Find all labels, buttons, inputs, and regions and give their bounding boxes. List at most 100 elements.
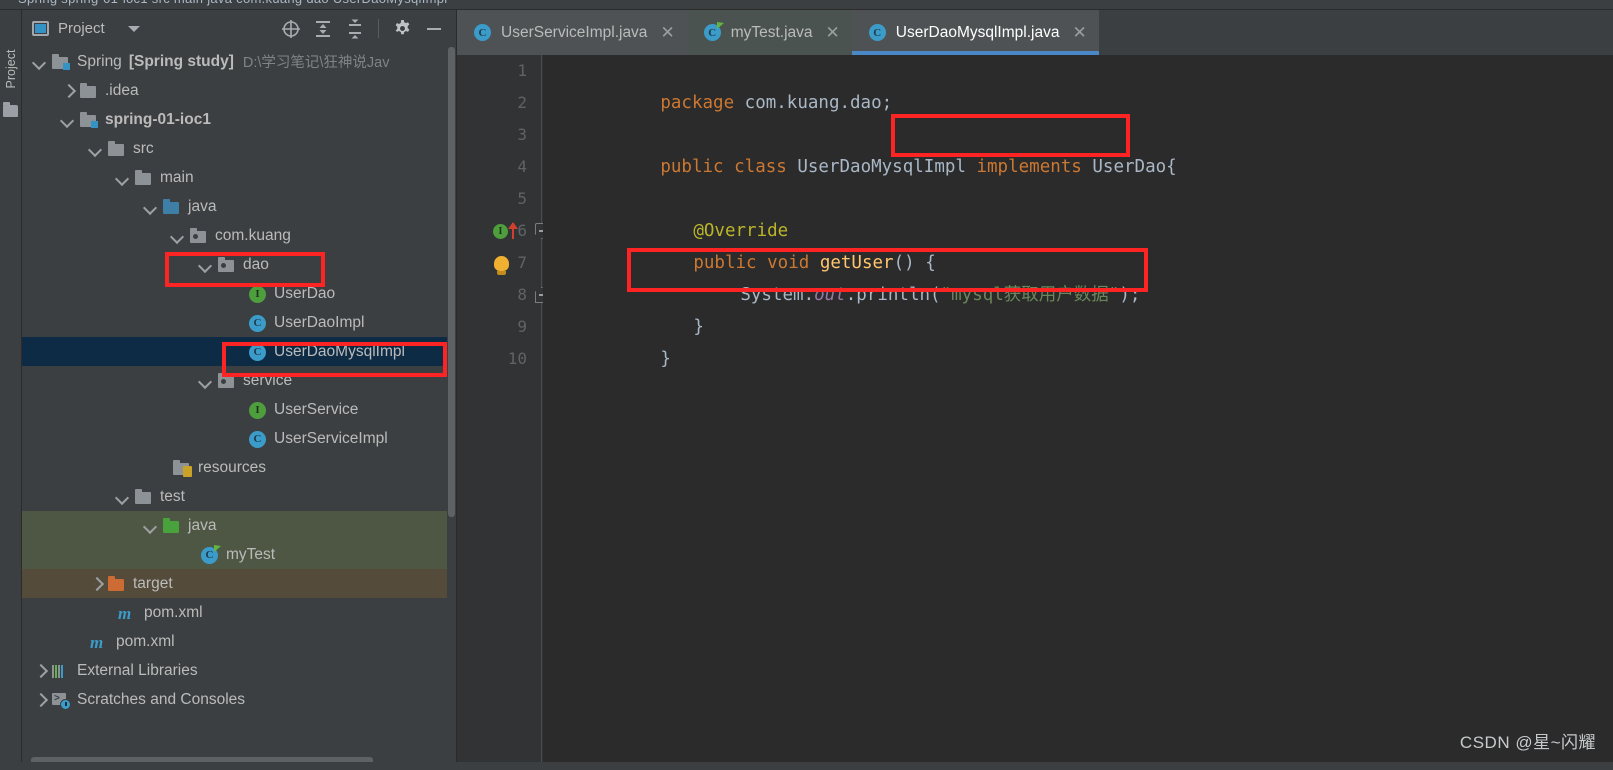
tree-row-spring[interactable]: Spring [Spring study] D:\学习笔记\狂神说Jav <box>22 47 447 76</box>
minimize-icon[interactable] <box>418 14 450 44</box>
tree-row-com-kuang[interactable]: com.kuang <box>22 221 447 250</box>
tree-row-resources[interactable]: resources <box>22 453 447 482</box>
chevron-down-icon[interactable] <box>117 491 128 502</box>
tree-label: test <box>160 487 185 505</box>
chevron-down-icon[interactable] <box>34 56 45 67</box>
class-name: UserDaoMysqlImpl <box>797 157 966 177</box>
dot: . <box>803 285 815 305</box>
tree-row-userserviceimpl[interactable]: C UserServiceImpl <box>22 424 447 453</box>
tree-label: resources <box>198 458 267 476</box>
module-folder-icon <box>51 53 70 70</box>
tree-row-java-test[interactable]: java <box>22 511 447 540</box>
system-identifier: System <box>740 285 804 305</box>
chevron-down-icon[interactable] <box>62 114 73 125</box>
tree-row-dao[interactable]: dao <box>22 250 447 279</box>
navigation-bar[interactable]: Spring spring-01-ioc1 src main java com.… <box>0 0 1613 10</box>
scratches-icon: > <box>51 692 71 710</box>
tree-row-pom-root[interactable]: m pom.xml <box>22 627 447 656</box>
editor-tab-mytest[interactable]: C myTest.java ✕ <box>686 10 852 55</box>
code-editor[interactable]: 1 2 3 4 5 6 7 8 9 10 I package com.kuang… <box>457 55 1613 770</box>
project-tree[interactable]: Spring [Spring study] D:\学习笔记\狂神说Jav .id… <box>22 47 447 754</box>
chevron-down-icon[interactable] <box>145 520 156 531</box>
editor-tab-bar: C UserServiceImpl.java ✕ C myTest.java ✕… <box>457 10 1613 55</box>
test-class-icon: C <box>703 22 724 41</box>
tree-label: UserDaoImpl <box>274 313 365 331</box>
chevron-down-icon[interactable] <box>145 201 156 212</box>
chevron-down-icon[interactable] <box>172 230 183 241</box>
code-line-7: System.out.println("mysql获取用户数据"); <box>635 247 1140 305</box>
tree-row-userservice[interactable]: I UserService <box>22 395 447 424</box>
tree-row-pom-module[interactable]: m pom.xml <box>22 598 447 627</box>
close-icon[interactable]: ✕ <box>826 24 840 41</box>
line-number: 6 <box>517 221 527 240</box>
tree-row-mytest[interactable]: C myTest <box>22 540 447 569</box>
tree-row-main[interactable]: main <box>22 163 447 192</box>
tree-row-scratches[interactable]: > Scratches and Consoles <box>22 685 447 714</box>
chevron-down-icon[interactable] <box>200 259 211 270</box>
tree-row-idea[interactable]: .idea <box>22 76 447 105</box>
folder-icon <box>134 169 153 186</box>
tab-label: UserServiceImpl.java <box>501 23 648 41</box>
folder-icon <box>107 140 126 157</box>
line-number: 8 <box>517 285 527 304</box>
class-icon: C <box>248 314 267 332</box>
tree-row-spring-01-ioc1[interactable]: spring-01-ioc1 <box>22 105 447 134</box>
tree-row-userdao[interactable]: I UserDao <box>22 279 447 308</box>
scrollbar-thumb[interactable] <box>448 47 455 517</box>
gear-icon[interactable] <box>386 14 418 44</box>
tree-row-test[interactable]: test <box>22 482 447 511</box>
editor-area: C UserServiceImpl.java ✕ C myTest.java ✕… <box>457 10 1613 770</box>
keyword-public: public <box>660 157 724 177</box>
locate-icon[interactable] <box>275 14 307 44</box>
code-content[interactable]: package com.kuang.dao; public class User… <box>543 55 1613 770</box>
code-line-9: } <box>555 311 671 369</box>
editor-tab-userdaomysqlimpl[interactable]: C UserDaoMysqlImpl.java ✕ <box>851 10 1099 55</box>
open-brace: { <box>1166 157 1177 177</box>
editor-tab-bar-empty <box>1098 10 1613 55</box>
package-name: com.kuang.dao; <box>734 93 893 113</box>
chevron-down-icon[interactable] <box>200 375 211 386</box>
interface-name: UserDao <box>1092 157 1167 177</box>
override-arrow-icon[interactable] <box>508 222 518 239</box>
tree-row-userdaomysqlimpl[interactable]: C UserDaoMysqlImpl <box>22 337 447 366</box>
tool-window-left-strip: Project <box>0 10 22 770</box>
tree-row-target[interactable]: target <box>22 569 447 598</box>
implementing-method-icon[interactable]: I <box>493 224 508 239</box>
chevron-right-icon[interactable] <box>34 694 45 705</box>
code-line-8: } <box>588 279 704 337</box>
dot: . <box>845 285 857 305</box>
tree-label-path: D:\学习笔记\狂神说Jav <box>242 55 390 71</box>
code-line-3: public class UserDaoMysqlImpl implements… <box>555 119 1176 177</box>
close-icon[interactable]: ✕ <box>1072 24 1086 41</box>
tree-label-module: [Spring study] <box>128 52 234 70</box>
keyword-implements: implements <box>976 157 1082 177</box>
close-icon[interactable]: ✕ <box>660 24 674 41</box>
folder-icon <box>134 488 153 505</box>
project-vertical-scrollbar[interactable] <box>447 47 456 754</box>
editor-gutter[interactable]: 1 2 3 4 5 6 7 8 9 10 I <box>457 55 549 770</box>
tree-label: com.kuang <box>215 226 291 244</box>
chevron-down-icon[interactable] <box>127 25 140 32</box>
chevron-right-icon[interactable] <box>34 665 45 676</box>
line-number: 2 <box>517 93 527 112</box>
folder-icon <box>3 102 18 117</box>
intention-bulb-icon[interactable] <box>494 256 509 275</box>
code-line-5: @Override <box>588 183 788 241</box>
editor-tab-userserviceimpl[interactable]: C UserServiceImpl.java ✕ <box>457 10 687 55</box>
chevron-down-icon[interactable] <box>117 172 128 183</box>
chevron-down-icon[interactable] <box>90 143 101 154</box>
tree-row-userdaoimpl[interactable]: C UserDaoImpl <box>22 308 447 337</box>
collapse-all-icon[interactable] <box>339 14 371 44</box>
expand-all-icon[interactable] <box>307 14 339 44</box>
test-source-folder-icon <box>162 517 181 534</box>
tree-row-java-main[interactable]: java <box>22 192 447 221</box>
tree-row-src[interactable]: src <box>22 134 447 163</box>
chevron-right-icon[interactable] <box>90 578 101 589</box>
tree-row-external-libraries[interactable]: External Libraries <box>22 656 447 685</box>
tree-row-service[interactable]: service <box>22 366 447 395</box>
line-number: 9 <box>517 317 527 336</box>
tool-window-button-project[interactable]: Project <box>4 37 18 101</box>
close-brace: } <box>693 317 704 337</box>
idea-window: Spring spring-01-ioc1 src main java com.… <box>0 0 1613 770</box>
chevron-right-icon[interactable] <box>62 85 73 96</box>
